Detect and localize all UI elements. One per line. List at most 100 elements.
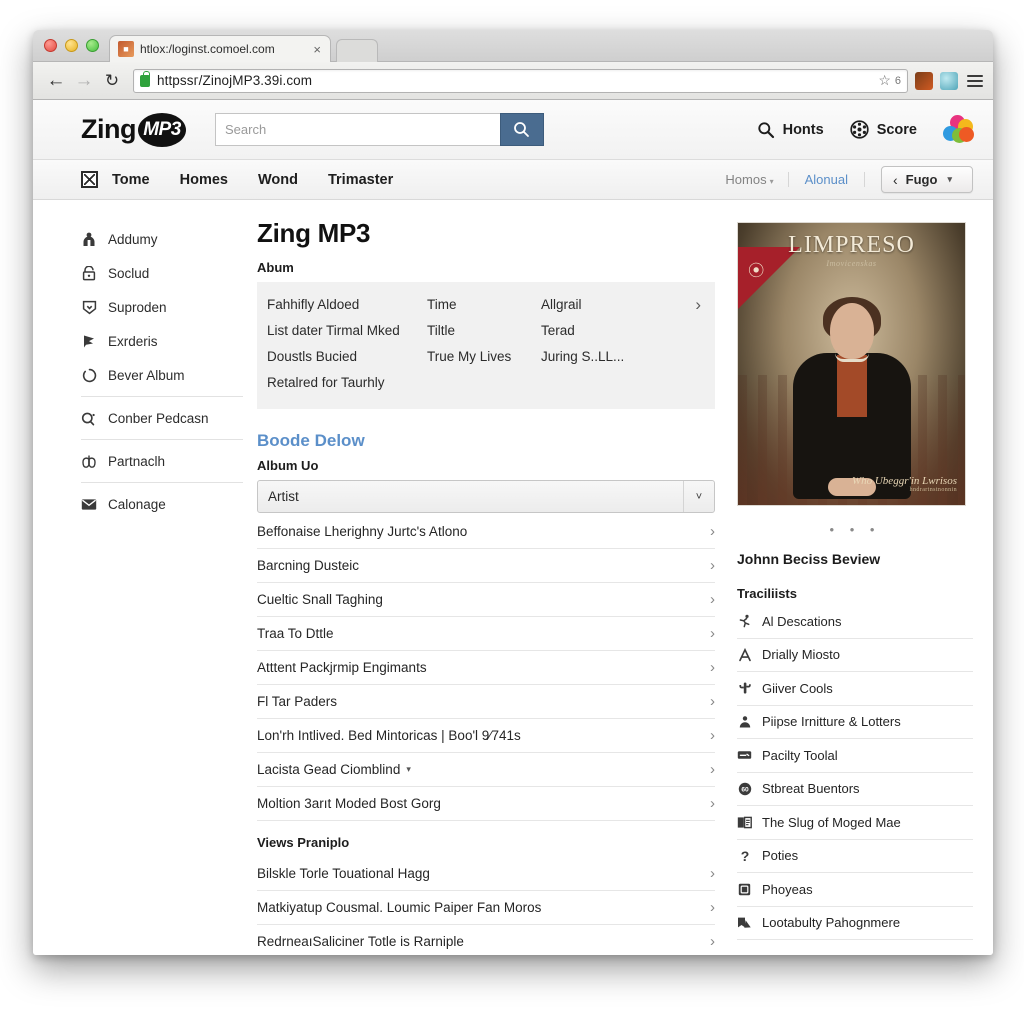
- bookmark-star-icon[interactable]: ☆: [878, 72, 891, 89]
- unlock-icon: [81, 265, 97, 281]
- chevron-down-icon[interactable]: ˅: [683, 481, 714, 512]
- cactus-icon: [737, 681, 752, 695]
- list-item-label: Moltion 3arıt Moded Bost Gorg: [257, 796, 441, 811]
- search-button[interactable]: [499, 113, 544, 146]
- list-item[interactable]: Lootabulty Pahognmere: [737, 907, 973, 940]
- tracklist: Al Descations Drially Miosto Giiver Cool…: [737, 605, 973, 940]
- chevron-down-icon[interactable]: ▾: [406, 764, 411, 775]
- nav-item-trimaster[interactable]: Trimaster: [328, 172, 393, 188]
- list-item[interactable]: The Slug of Moged Mae: [737, 806, 973, 840]
- fact-cell: Fahhifly Aldoed: [267, 296, 360, 312]
- extension-icon-1[interactable]: [915, 71, 933, 90]
- nav-secondary-dropdown[interactable]: Homos ▾: [725, 172, 789, 187]
- letter-a-icon: [737, 647, 752, 662]
- list-item-label: Traa To Dttle: [257, 626, 334, 641]
- list-item-label: Matkiyatup Cousmal. Loumic Paiper Fan Mo…: [257, 900, 542, 915]
- list-item-label: Phoyeas: [762, 881, 813, 897]
- album-cover-image[interactable]: ⦿ LIMPRESO Imovicenskas Who Ubeggr'in Lw…: [737, 222, 966, 506]
- list-item[interactable]: Beffonaise Lherighny Jurtc's Atlono ›: [257, 515, 715, 549]
- site-logo[interactable]: Zing MP3: [81, 112, 186, 147]
- list-item[interactable]: Pacilty Toolal: [737, 739, 973, 773]
- table-row[interactable]: Fahhifly Aldoed Time Allgrail: [267, 291, 703, 317]
- new-tab-button[interactable]: [336, 39, 378, 62]
- content-area: Addumy Soclud Suproden Exrderis Bever Al…: [33, 200, 993, 955]
- sidebar-item-soclud[interactable]: Soclud: [81, 256, 243, 290]
- sidebar-item-label: Exrderis: [108, 333, 158, 349]
- chevron-down-icon: ▾: [947, 174, 952, 184]
- extension-icon-2[interactable]: [940, 71, 958, 90]
- album-facts-panel: › Fahhifly Aldoed Time Allgrail List dat…: [257, 282, 715, 409]
- list-item[interactable]: RedrneaıSaliciner Totle is Rarniple ›: [257, 925, 715, 955]
- list-item[interactable]: 60 Stbreat Buentors: [737, 773, 973, 806]
- carousel-dots[interactable]: • • •: [737, 506, 973, 551]
- close-window-button[interactable]: [44, 39, 57, 52]
- reload-icon[interactable]: ↻: [99, 68, 125, 94]
- search-bar: [214, 113, 544, 146]
- list-item[interactable]: Matkiyatup Cousmal. Loumic Paiper Fan Mo…: [257, 891, 715, 925]
- chevron-right-icon[interactable]: ›: [695, 295, 701, 315]
- omnibox-right: ☆ 6: [878, 72, 901, 89]
- sidebar-item-addumy[interactable]: Addumy: [81, 222, 243, 256]
- sidebar-item-calonage[interactable]: Calonage: [81, 487, 243, 521]
- search-icon: [514, 122, 530, 137]
- nav-item-homes[interactable]: Homes: [180, 172, 228, 188]
- list-item[interactable]: Moltion 3arıt Moded Bost Gorg ›: [257, 787, 715, 821]
- browser-menu-icon[interactable]: [967, 74, 983, 87]
- site-header: Zing MP3 Honts: [33, 100, 993, 160]
- address-bar[interactable]: httpsѕг/ZinojMP3.39і.com ☆ 6: [133, 68, 908, 93]
- fact-cell: Tiltle: [427, 322, 456, 338]
- sidebar-item-exrderis[interactable]: Exrderis: [81, 324, 243, 358]
- list-item[interactable]: Barcning Dusteic ›: [257, 549, 715, 583]
- cover-shirt: [836, 355, 867, 417]
- chevron-right-icon: ›: [710, 761, 715, 778]
- list-item[interactable]: Giiver Cools: [737, 672, 973, 706]
- list-item[interactable]: Lacista Gead Ciomblind ▾ ›: [257, 753, 715, 787]
- avatar[interactable]: [943, 114, 974, 145]
- list-item[interactable]: Cueltic Snall Taghing ›: [257, 583, 715, 617]
- artist-select[interactable]: Artist ˅: [257, 480, 715, 513]
- chevron-right-icon: ›: [710, 591, 715, 608]
- list-item[interactable]: Lon'rh Intlived. Bed Mintoricas | Boo'l …: [257, 719, 715, 753]
- maximize-window-button[interactable]: [86, 39, 99, 52]
- header-link-honts[interactable]: Honts: [757, 121, 824, 139]
- search-input[interactable]: [214, 113, 500, 146]
- share-button[interactable]: ‹ Fugo ▾: [881, 166, 973, 193]
- chevron-right-icon: ›: [710, 795, 715, 812]
- sidebar-item-suproden[interactable]: Suproden: [81, 290, 243, 324]
- sidebar-item-partnaclh[interactable]: Partnaclh: [81, 444, 243, 478]
- list-item[interactable]: Piipse Irnitture & Lotters: [737, 706, 973, 739]
- list-item[interactable]: Atttent Packjrmip Engimants ›: [257, 651, 715, 685]
- boode-delow-heading[interactable]: Boode Delow: [257, 431, 715, 451]
- fact-cell: Juring S..LL...: [541, 348, 625, 364]
- list-item[interactable]: Drially Miosto: [737, 639, 973, 672]
- header-link-score[interactable]: Score: [850, 120, 917, 139]
- list-item-label: Drially Miosto: [762, 647, 841, 663]
- list-item[interactable]: Phoyeas: [737, 873, 973, 907]
- list-item-label: RedrneaıSaliciner Totle is Rarniple: [257, 934, 464, 949]
- list-item[interactable]: Fl Tar Paders ›: [257, 685, 715, 719]
- table-row[interactable]: Retalred for Taurhly: [267, 369, 703, 395]
- image-placeholder-icon: [81, 171, 98, 188]
- list-item[interactable]: Traa To Dttle ›: [257, 617, 715, 651]
- forward-arrow-icon[interactable]: →: [71, 68, 97, 94]
- ticket-icon: [737, 749, 752, 761]
- list-item[interactable]: Al Descations: [737, 605, 973, 639]
- back-arrow-icon[interactable]: ←: [43, 68, 69, 94]
- list-item-label: Piipse Irnitture & Lotters: [762, 714, 901, 730]
- browser-tab[interactable]: ■ htlox:/loginst.comoel.com ×: [109, 35, 331, 62]
- list-item-label: Atttent Packjrmip Engimants: [257, 660, 427, 675]
- nav-item-tome[interactable]: Tome: [112, 172, 150, 188]
- lock-icon: [140, 70, 150, 87]
- brand-badge: MP3: [137, 112, 186, 147]
- table-row[interactable]: Doustls Bucied True My Lives Juring S..L…: [267, 343, 703, 369]
- close-tab-icon[interactable]: ×: [310, 42, 324, 57]
- minimize-window-button[interactable]: [65, 39, 78, 52]
- list-item[interactable]: Bilskle Torle Touational Hagg ›: [257, 857, 715, 891]
- sidebar-item-bever-album[interactable]: Bever Album: [81, 358, 243, 392]
- list-item[interactable]: ? Poties: [737, 840, 973, 873]
- nav-link-alonual[interactable]: Alonual: [789, 172, 865, 187]
- nav-item-wond[interactable]: Wond: [258, 172, 298, 188]
- sidebar-item-conber-pedcasn[interactable]: Conber Pedcasn: [81, 401, 243, 435]
- tab-strip: ■ htlox:/loginst.comoel.com ×: [33, 30, 993, 62]
- table-row[interactable]: List dater Tirmal Mked Tiltle Terad: [267, 317, 703, 343]
